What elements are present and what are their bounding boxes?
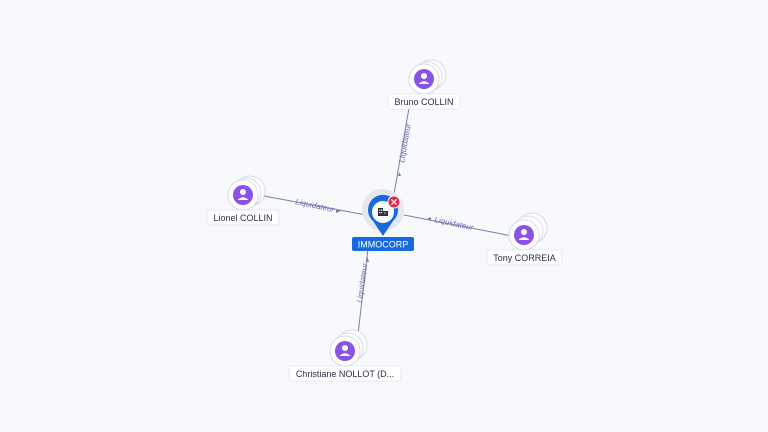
edge-arrow-icon (398, 172, 401, 176)
company-label: IMMOCORP (358, 240, 409, 250)
node-tony-correia[interactable]: Tony CORREIA (486, 212, 563, 266)
edge-label: Liquidateur (434, 215, 475, 232)
relationship-graph: Liquidateur Liquidateur Liquidateur Liqu… (206, 59, 563, 382)
edge-tony[interactable]: Liquidateur (403, 214, 513, 237)
person-icon (335, 341, 355, 361)
close-icon[interactable] (387, 195, 401, 209)
node-christiane-nollot[interactable]: Christiane NOLLOT (D... (288, 329, 402, 382)
edge-arrow-icon (427, 217, 431, 221)
edge-label: Liquidateur (397, 122, 413, 163)
person-icon (233, 185, 253, 205)
edge-label: Liquidateur (295, 197, 336, 214)
edge-label: Liquidateur (355, 262, 369, 303)
node-label: Christiane NOLLOT (D... (296, 369, 394, 379)
node-label: Tony CORREIA (493, 253, 556, 263)
person-icon (414, 69, 434, 89)
node-label: Lionel COLLIN (213, 213, 272, 223)
node-bruno-collin[interactable]: Bruno COLLIN (387, 59, 461, 110)
node-lionel-collin[interactable]: Lionel COLLIN (206, 175, 280, 226)
edge-bruno[interactable]: Liquidateur (393, 107, 413, 195)
node-label: Bruno COLLIN (394, 97, 453, 107)
edge-christiane[interactable]: Liquidateur (355, 239, 370, 335)
node-immocorp[interactable]: IMMOCORP (352, 189, 414, 251)
person-icon (514, 225, 534, 245)
